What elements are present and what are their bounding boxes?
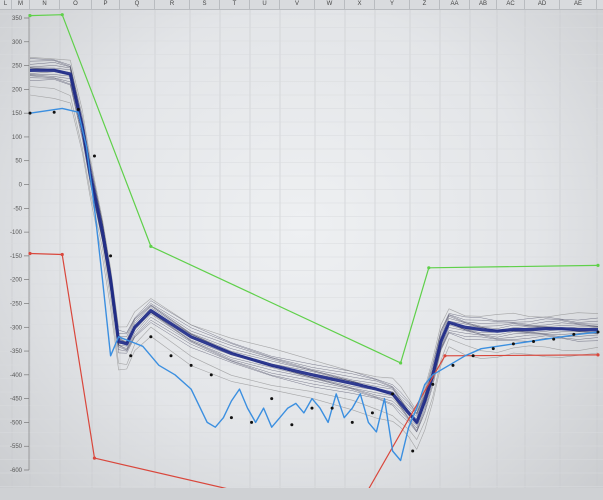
y-axis-tick-label: 150	[12, 111, 23, 117]
lower-limit-point	[28, 251, 32, 256]
y-axis-tick-label: -250	[10, 301, 23, 307]
y-axis-tick-label: 0	[19, 183, 23, 189]
y-axis-tick-label: -400	[10, 373, 23, 379]
y-axis-tick-label: -550	[10, 444, 23, 450]
y-axis-tick-label: -300	[10, 325, 23, 331]
upper-limit-point	[28, 14, 32, 18]
dotted-trace-point	[28, 111, 32, 115]
dotted-trace-point	[471, 354, 475, 358]
y-axis-tick-label: -200	[10, 278, 23, 284]
dotted-trace-point	[330, 406, 334, 410]
envelope-trace	[29, 62, 599, 415]
upper-limit-point	[427, 266, 431, 270]
dotted-trace-point	[431, 382, 435, 386]
dotted-trace-point	[310, 406, 314, 410]
upper-limit-point	[399, 361, 403, 365]
spreadsheet-window: L M N O P Q R S T U V W X Y Z AA AB AC AD AE 350 300 250 200 15…	[0, 0, 603, 500]
dotted-trace-point	[511, 342, 515, 346]
envelope-trace	[29, 67, 599, 420]
dotted-trace-point	[76, 107, 80, 111]
lower-limit-point	[443, 354, 447, 358]
dotted-trace-point	[391, 392, 395, 396]
gray-trace	[29, 86, 599, 440]
dotted-trace-point	[532, 340, 536, 344]
dotted-trace-point	[229, 416, 233, 420]
horizontal-scrollbar[interactable]	[0, 488, 603, 500]
dotted-trace-point	[290, 423, 294, 427]
line-chart[interactable]: 350 300 250 200 150 100 50 0 -50 -100 -150 -200 -250…	[0, 0, 603, 500]
y-axis-tick-label: -600	[10, 468, 23, 474]
upper-limit-point	[60, 13, 64, 17]
envelope-trace	[29, 74, 599, 426]
dotted-trace-point	[169, 354, 173, 358]
dotted-trace-point	[109, 254, 113, 258]
dotted-trace-point	[350, 420, 354, 424]
y-axis-tick-label: 50	[15, 159, 22, 165]
dotted-trace-point	[370, 411, 374, 415]
envelope-trace	[29, 75, 599, 431]
envelope-trace	[29, 79, 599, 433]
y-axis-tick-label: 350	[12, 16, 23, 22]
upper-limit-point	[596, 263, 600, 268]
dotted-trace-point	[451, 363, 455, 367]
y-axis-tick-label: -350	[10, 349, 23, 355]
dotted-trace-point	[52, 110, 56, 114]
envelope-trace	[29, 69, 598, 423]
y-axis-tick-label: 200	[12, 87, 23, 93]
envelope-trace	[29, 58, 599, 414]
envelope-trace	[29, 67, 599, 424]
dotted-trace-point	[572, 332, 576, 336]
dotted-trace-point	[411, 449, 415, 453]
dotted-trace-point	[250, 420, 254, 424]
y-axis-tick-label: 100	[12, 135, 23, 141]
dotted-trace-point	[129, 354, 133, 358]
upper-limit-point	[149, 244, 153, 248]
gray-trace	[29, 94, 599, 450]
envelope-trace	[29, 65, 599, 417]
dotted-trace-point	[149, 335, 153, 339]
y-axis-tick-label: -450	[10, 397, 23, 403]
y-axis-tick-label: -500	[10, 420, 23, 426]
y-axis-tick-label: 250	[12, 64, 23, 70]
envelope-trace	[29, 67, 599, 422]
dotted-trace-point	[491, 347, 495, 351]
y-axis-tick-label: -100	[10, 230, 23, 236]
measured-line	[29, 107, 599, 462]
lower-limit-point	[60, 252, 64, 257]
dotted-trace-point	[596, 330, 600, 334]
dotted-trace-point	[189, 363, 193, 367]
lower-limit-point	[92, 456, 97, 460]
lower-limit-point	[596, 353, 600, 357]
y-axis-tick-label: 300	[12, 40, 23, 46]
envelope-trace	[29, 71, 599, 424]
dotted-trace-point	[270, 397, 274, 401]
y-axis-tick-label: -150	[10, 254, 23, 260]
gray-trace	[29, 57, 599, 412]
mean-trace-line	[30, 68, 598, 424]
dotted-trace-point	[209, 373, 213, 377]
dotted-trace-point	[552, 337, 556, 341]
y-axis-tick-label: -50	[13, 206, 22, 212]
dotted-trace-point	[92, 154, 96, 158]
